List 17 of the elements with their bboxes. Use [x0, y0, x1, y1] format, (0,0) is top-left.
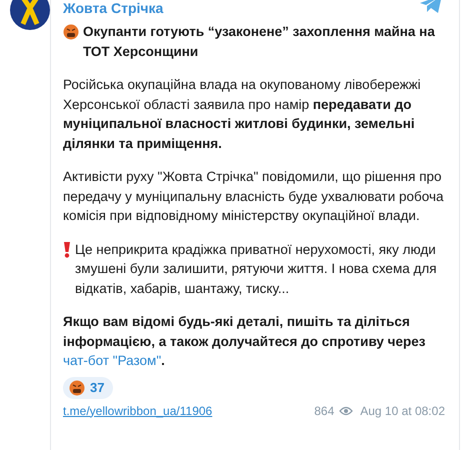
paper-plane-icon[interactable] [419, 0, 443, 14]
post-paragraph: Активісти руху "Жовта Стрічка" повідомили, що рішення про передачу у муніципальну власність буде ухвалювати робоча комісія при відповідному міністерству окупаційної влади. [63, 168, 445, 225]
post-paragraph: Якщо вам відомі будь-які деталі, пишіть та діліться інформацією, а також долучайтеся до спротиву через чат-бот "Разом". [63, 313, 426, 370]
post-date: Aug 10 at 08:02 [360, 404, 445, 418]
angry-face-icon [63, 24, 79, 40]
post-paragraph: Російська окупаційна влада на окупованому лівобережжі Херсонської області заявила про намір передавати до муніципальної власності житлові будинки, земельні ділянки та приміщення. [63, 76, 422, 153]
chat-bot-link[interactable]: чат-бот "Разом" [63, 353, 162, 368]
post-paragraph: Це неприкрита крадіжка приватної нерухомості, яку люди змушені були залишити, рятуючи життя. І нова схема для відкатів, хабарів, шантажу, тиску... [75, 240, 438, 298]
reaction-pill[interactable]: 37 [63, 376, 114, 398]
view-count: 864 [314, 404, 334, 418]
post-link[interactable]: t.me/yellowribbon_ua/11906 [63, 404, 310, 418]
post-title: Окупанти готують “узаконене” захоплення майна на ТОТ Херсонщини [83, 23, 436, 61]
eye-icon [339, 406, 354, 416]
angry-face-icon [69, 380, 85, 396]
avatar-icon [10, 0, 50, 30]
exclamation-icon [63, 240, 71, 258]
channel-name[interactable]: Жовта Стрічка [63, 0, 164, 16]
